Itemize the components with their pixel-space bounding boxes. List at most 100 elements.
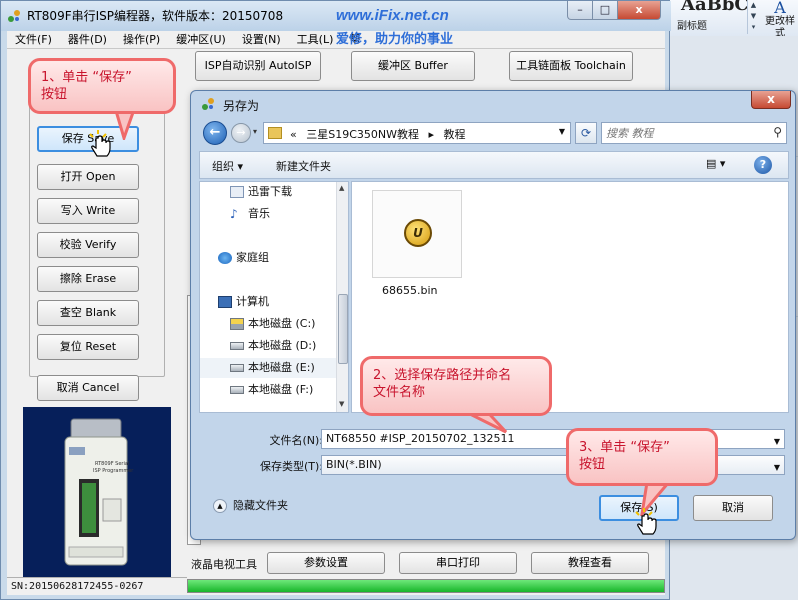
nav-item-label: 音乐 (248, 207, 270, 220)
computer-icon (218, 296, 232, 308)
reset-button[interactable]: 复位 Reset (37, 334, 139, 360)
drive-icon (230, 386, 244, 394)
tutorial-view-button[interactable]: 教程查看 (531, 552, 649, 574)
thunder-download-icon (230, 186, 244, 198)
watermark-slogan: 爱修，助力你的事业 (336, 31, 454, 46)
menu-tools[interactable]: 工具(L) (289, 31, 342, 49)
nav-item-thunder-download[interactable]: 迅雷下载 (200, 182, 336, 202)
style-preview[interactable]: AaBbC (681, 0, 749, 15)
drive-icon (230, 342, 244, 350)
verify-button[interactable]: 校验 Verify (37, 232, 139, 258)
nav-pane-scrollbar[interactable]: ▲ ▼ (336, 182, 348, 412)
scrollbar-thumb[interactable] (338, 294, 348, 364)
cancel-operation-button[interactable]: 取消 Cancel (37, 375, 139, 401)
search-input[interactable] (606, 125, 766, 141)
breadcrumb-separator[interactable]: ▸ (429, 128, 435, 141)
breadcrumb-current-folder[interactable]: 教程 (444, 128, 466, 141)
large-A-icon: A (774, 0, 786, 17)
serial-print-button[interactable]: 串口打印 (399, 552, 517, 574)
chevron-up-icon: ▲ (213, 499, 227, 513)
scroll-up-icon[interactable]: ▲ (339, 184, 344, 192)
write-button[interactable]: 写入 Write (37, 198, 139, 224)
dialog-toolbar: 组织 ▾ 新建文件夹 ▤ ▾ ? (199, 151, 789, 179)
gallery-more-icon[interactable]: ▾ (748, 22, 759, 33)
filetype-dropdown-icon[interactable]: ▼ (774, 459, 780, 477)
menu-device[interactable]: 器件(D) (60, 31, 115, 49)
address-dropdown-icon[interactable]: ▼ (559, 127, 565, 136)
organize-button[interactable]: 组织 ▾ (212, 158, 243, 174)
forward-arrow-icon[interactable]: → (231, 123, 251, 143)
nav-item-label: 本地磁盘 (D:) (248, 339, 317, 352)
param-settings-button[interactable]: 参数设置 (267, 552, 385, 574)
file-item[interactable]: U (372, 190, 462, 278)
auto-isp-button[interactable]: ISP自动识别 AutoISP (195, 51, 321, 81)
callout-step3-line1: 3、单击 “保存” (579, 440, 670, 455)
nav-item-label: 计算机 (236, 295, 269, 308)
device-label-line2: ISP Programmer (93, 468, 134, 474)
style-label-subtitle[interactable]: 副标题 (677, 17, 707, 32)
gallery-up-icon[interactable]: ▲ (748, 0, 759, 11)
programmer-device-image: RT809F Serial ISP Programmer (64, 418, 134, 566)
dialog-titlebar[interactable]: 另存为 x (191, 91, 795, 117)
nav-item-drive-e[interactable]: 本地磁盘 (E:) (200, 358, 336, 378)
nav-item-drive-c[interactable]: 本地磁盘 (C:) (200, 314, 336, 334)
progress-fill (188, 580, 664, 592)
nav-item-homegroup[interactable]: 家庭组 (200, 248, 336, 268)
maximize-button[interactable]: □ (592, 1, 618, 20)
address-row: ← → ▾ « 三星S19C350NW教程 ▸ 教程 ▼ ⟳ ⚲ (199, 119, 789, 147)
filetype-value: BIN(*.BIN) (326, 458, 382, 471)
callout-step1-line2: 按钮 (41, 87, 68, 102)
refresh-icon[interactable]: ⟳ (575, 122, 597, 144)
breadcrumb-parent-folder[interactable]: 三星S19C350NW教程 (306, 128, 419, 141)
device-label-line1: RT809F Serial (95, 461, 129, 467)
nav-item-label: 本地磁盘 (F:) (248, 383, 314, 396)
view-options-button[interactable]: ▤ ▾ (706, 157, 725, 170)
new-folder-button[interactable]: 新建文件夹 (276, 158, 331, 174)
navigation-pane: 迅雷下载 ♪ 音乐 家庭组 计算机 本地磁盘 (C:) 本地磁盘 (D:) 本地磁… (199, 181, 349, 413)
gallery-down-icon[interactable]: ▼ (748, 11, 759, 22)
nav-item-label: 家庭组 (236, 251, 269, 264)
nav-item-music[interactable]: ♪ 音乐 (200, 204, 336, 224)
lcd-tv-tools-row: 液晶电视工具 参数设置 串口打印 教程查看 (187, 549, 665, 577)
app-title: RT809F串行ISP编程器，软件版本：20150708 (27, 9, 284, 23)
change-styles-button[interactable]: A 更改样式 (761, 0, 798, 39)
hand-pointer-icon (635, 508, 657, 535)
progress-bar (187, 579, 665, 593)
menu-buffer[interactable]: 缓冲区(U) (168, 31, 234, 49)
app-titlebar[interactable]: RT809F串行ISP编程器，软件版本：20150708 www.iFix.ne… (1, 1, 671, 31)
callout-step1: 1、单击 “保存” 按钮 (28, 58, 176, 114)
toolchain-button[interactable]: 工具链面板 Toolchain (509, 51, 633, 81)
nav-item-drive-f[interactable]: 本地磁盘 (F:) (200, 380, 336, 400)
callout-step3: 3、单击 “保存” 按钮 (566, 428, 718, 486)
erase-button[interactable]: 擦除 Erase (37, 266, 139, 292)
callout-step2: 2、选择保存路径并命名 文件名称 (360, 356, 552, 416)
dialog-cancel-button[interactable]: 取消 (693, 495, 773, 521)
callout-step1-line1: 1、单击 “保存” (41, 70, 132, 85)
address-bar[interactable]: « 三星S19C350NW教程 ▸ 教程 ▼ (263, 122, 571, 144)
filetype-label: 保存类型(T): (259, 460, 323, 473)
search-icon[interactable]: ⚲ (773, 125, 782, 139)
nav-item-computer[interactable]: 计算机 (200, 292, 336, 312)
nav-item-label: 本地磁盘 (C:) (248, 317, 316, 330)
help-icon[interactable]: ? (754, 156, 772, 174)
minimize-button[interactable]: – (567, 1, 593, 20)
lcd-tv-tools-label: 液晶电视工具 (191, 558, 257, 571)
filename-dropdown-icon[interactable]: ▼ (774, 433, 780, 451)
open-button[interactable]: 打开 Open (37, 164, 139, 190)
nav-item-drive-d[interactable]: 本地磁盘 (D:) (200, 336, 336, 356)
dialog-close-button[interactable]: x (751, 91, 791, 109)
scroll-down-icon[interactable]: ▼ (339, 400, 344, 408)
menu-settings[interactable]: 设置(N) (234, 31, 289, 49)
history-dropdown-icon[interactable]: ▾ (253, 127, 257, 136)
menu-operation[interactable]: 操作(P) (115, 31, 168, 49)
back-arrow-icon[interactable]: ← (203, 121, 227, 145)
style-gallery-scroll[interactable]: ▲ ▼ ▾ (747, 0, 759, 34)
homegroup-icon (218, 252, 232, 264)
menu-file[interactable]: 文件(F) (7, 31, 60, 49)
buffer-button[interactable]: 缓冲区 Buffer (351, 51, 475, 81)
close-button[interactable]: x (617, 1, 661, 20)
hide-folders-toggle[interactable]: ▲ 隐藏文件夹 (213, 497, 288, 513)
file-name-label[interactable]: 68655.bin (382, 284, 438, 297)
blank-check-button[interactable]: 查空 Blank (37, 300, 139, 326)
breadcrumb-overflow[interactable]: « (290, 128, 297, 141)
